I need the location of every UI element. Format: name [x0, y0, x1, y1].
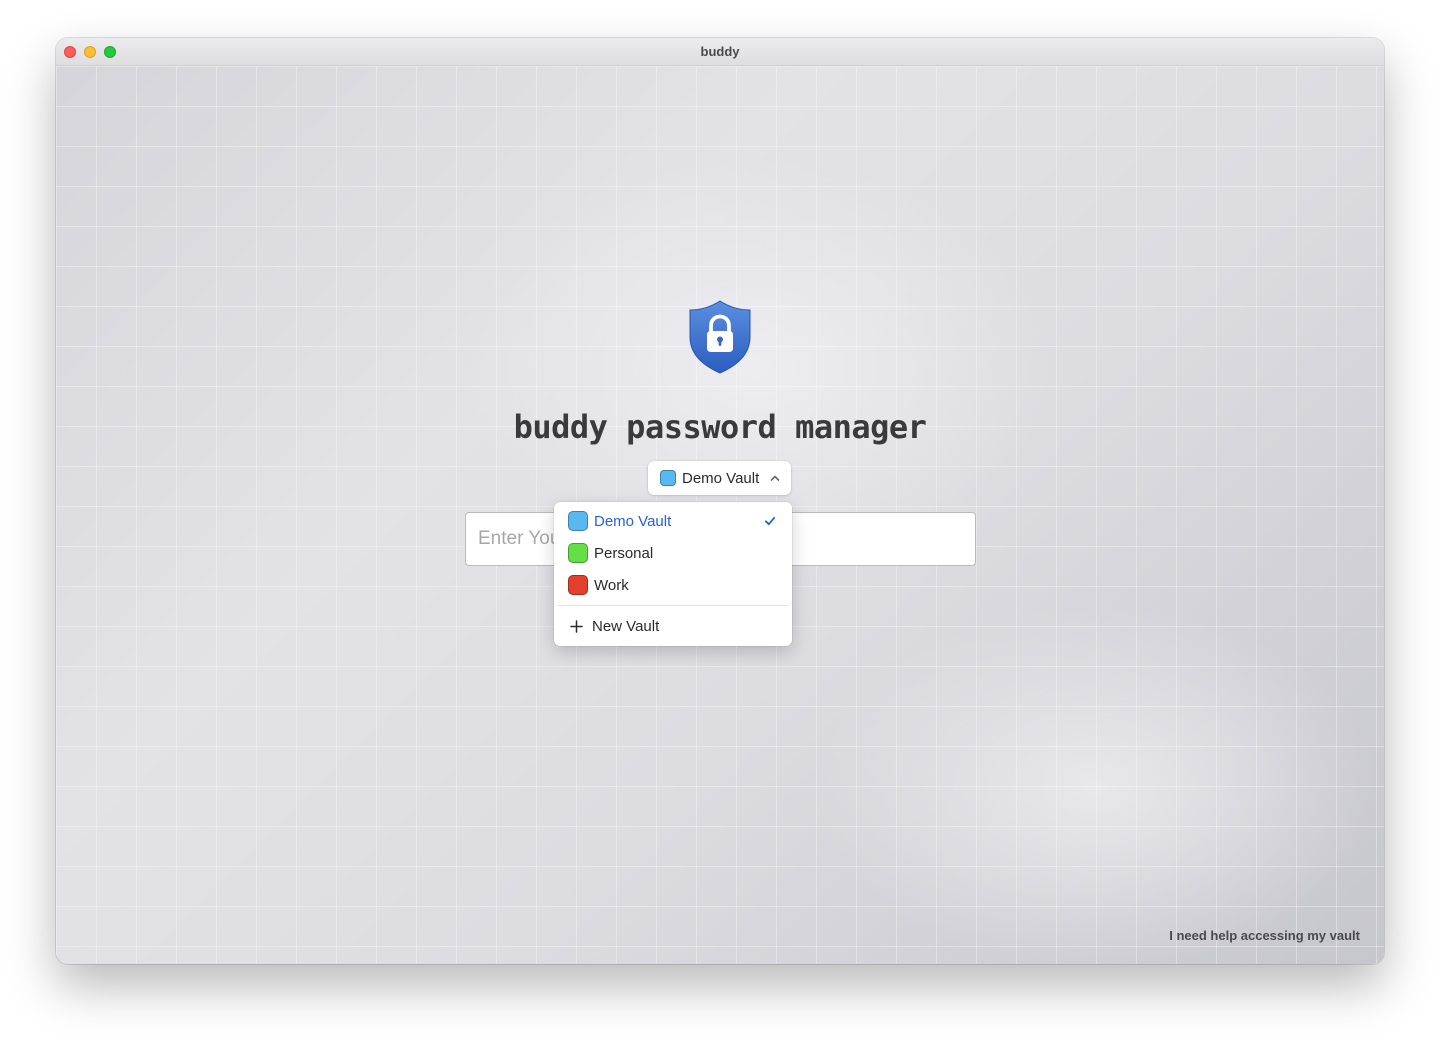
plus-icon: [570, 619, 583, 633]
vault-color-swatch: [568, 543, 588, 563]
menu-divider: [558, 605, 788, 606]
vault-color-swatch: [568, 511, 588, 531]
vault-color-swatch: [568, 575, 588, 595]
vault-color-swatch: [660, 470, 676, 486]
help-accessing-vault-link[interactable]: I need help accessing my vault: [1169, 928, 1360, 943]
vault-option-work[interactable]: Work: [554, 569, 792, 601]
vault-option-label: Work: [594, 576, 629, 594]
vault-option-label: Personal: [594, 544, 654, 562]
checkmark-icon: [764, 516, 776, 526]
app-title: buddy password manager: [513, 408, 927, 446]
title-bar[interactable]: buddy: [56, 38, 1384, 66]
vault-dropdown-menu: Demo Vault Personal Work New Vault: [554, 502, 792, 646]
vault-option-personal[interactable]: Personal: [554, 537, 792, 569]
shield-lock-icon: [689, 300, 751, 374]
new-vault-label: New Vault: [592, 617, 660, 635]
vault-selector-label: Demo Vault: [682, 469, 760, 487]
window-title: buddy: [700, 44, 740, 59]
vault-selector-button[interactable]: Demo Vault: [648, 461, 791, 495]
chevron-up-icon: [770, 475, 780, 481]
vault-option-demo-vault[interactable]: Demo Vault: [554, 505, 792, 537]
vault-option-label: Demo Vault: [594, 512, 672, 530]
new-vault-button[interactable]: New Vault: [554, 610, 792, 642]
app-window: buddy buddy password manager Demo Vault …: [56, 38, 1384, 964]
